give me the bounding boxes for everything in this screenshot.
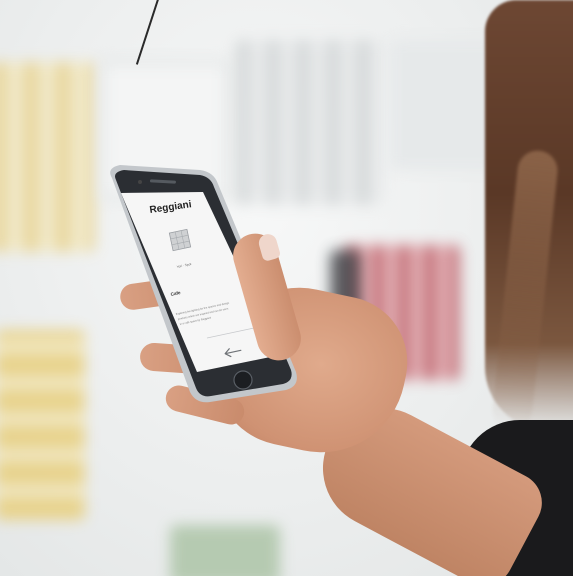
product-thumbnail-icon xyxy=(168,228,192,252)
background-fixture-white-right xyxy=(390,40,500,170)
photo-scene: Reggiani Yori · Spot Cafe Exploring the … xyxy=(0,0,573,576)
background-fixture-yellow xyxy=(0,62,95,252)
background-fixture-yellow-lower xyxy=(0,330,85,520)
home-button-icon[interactable] xyxy=(233,370,253,390)
background-fixture-grey xyxy=(235,40,385,205)
hanging-cable xyxy=(135,0,162,65)
background-fixture-green xyxy=(170,525,280,576)
